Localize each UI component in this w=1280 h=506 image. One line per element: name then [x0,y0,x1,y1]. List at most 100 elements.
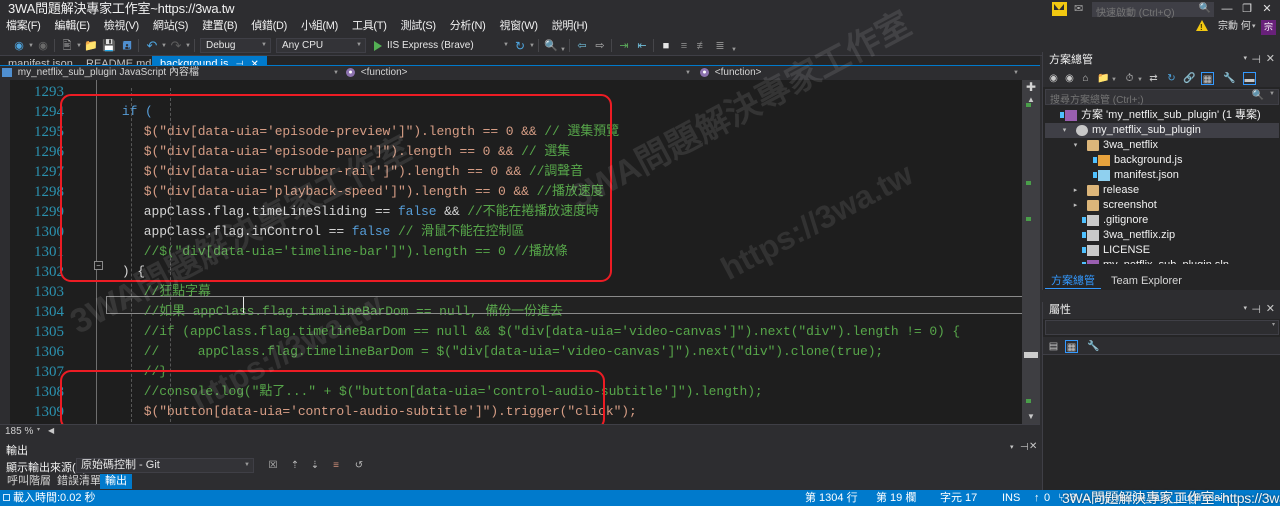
find-overflow-icon[interactable]: ▼ [560,45,566,55]
code-line[interactable]: appClass.flag.timeLineSliding == false &… [100,202,599,222]
menu-item-help[interactable]: 說明(H) [545,18,595,35]
code-line[interactable]: //console.log("點了..." + $("button[data-u… [100,382,763,402]
minimize-button[interactable]: — [1218,1,1236,17]
properties-grid[interactable] [1043,355,1280,490]
uncomment-icon[interactable]: ≢ [695,39,709,53]
redo-icon[interactable]: ↷ [169,39,183,53]
chevron-down-icon[interactable]: ▾ [1252,19,1256,35]
code-line[interactable]: //} [100,362,167,382]
scroll-lock-icon[interactable]: ↺ [352,459,366,472]
home-icon[interactable]: ⌂ [1079,72,1092,85]
nav-backward-icon[interactable]: ⇦ [575,39,589,53]
toggle-icon[interactable]: ≣ [713,39,727,53]
feedback-icon[interactable]: ✉ [1074,3,1086,15]
switch-views-chevron-icon[interactable]: ▼ [1111,75,1117,85]
code-line[interactable]: $("div[data-uia='playback-speed']").leng… [100,182,604,202]
pin-icon[interactable]: ⊣ [1251,303,1261,316]
menu-item-debug[interactable]: 偵錯(D) [244,18,294,35]
open-file-icon[interactable]: 📁 [84,39,98,53]
close-icon[interactable]: ✕ [1266,52,1275,65]
output-source-select[interactable]: 原始碼控制 - Git ▼ [76,458,254,473]
scrollbar-thumb[interactable] [1024,352,1038,358]
code-editor[interactable]: 1293129412951296129712981299130013011302… [0,80,1040,424]
alphabetical-icon[interactable]: ▦ [1065,340,1078,353]
pin-icon[interactable]: ⊣ [1251,53,1261,66]
back-icon[interactable]: ◉ [1047,72,1060,85]
chevron-down-icon[interactable]: ▾ [1243,54,1247,62]
toggle-wordwrap-icon[interactable]: ≡ [329,459,343,472]
redo-chevron-icon[interactable]: ▼ [185,41,191,51]
solution-explorer-tree[interactable]: 方案 'my_netflix_sub_plugin' (1 專案)▾my_net… [1045,108,1279,264]
menu-item-analyze[interactable]: 分析(N) [443,18,493,35]
refresh-chevron-icon[interactable]: ▼ [529,41,535,51]
scroll-down-icon[interactable]: ▼ [1026,412,1036,422]
publish-arrow-icon[interactable]: ↑ [1034,490,1040,506]
menu-item-window[interactable]: 視窗(W) [493,18,545,35]
solution-explorer-search-input[interactable] [1046,94,1250,108]
chevron-down-icon[interactable]: ▾ [1071,138,1080,153]
categorized-icon[interactable]: ▤ [1047,340,1060,353]
comment-icon[interactable]: ≡ [677,39,691,53]
undo-chevron-icon[interactable]: ▼ [161,41,167,51]
solution-explorer-search[interactable]: 🔍 ▼ [1045,89,1279,105]
show-all-files-icon[interactable]: ▦ [1201,72,1214,85]
close-icon[interactable]: ✕ [1266,302,1275,315]
nav-member-left-select[interactable]: ● <function> ▼ [346,66,694,80]
tree-item[interactable]: LICENSE [1045,243,1279,258]
refresh-icon[interactable]: ↻ [1165,72,1178,85]
menu-item-team[interactable]: 小組(M) [294,18,345,35]
tree-item[interactable]: .gitignore [1045,213,1279,228]
code-line[interactable]: $("div[data-uia='episode-preview']").len… [100,122,619,142]
code-line[interactable]: ) { [100,262,145,282]
nav-member-right-select[interactable]: ● <function> ▼ [700,66,1022,80]
new-project-chevron-icon[interactable]: ▼ [76,41,82,51]
tab-error-list[interactable]: 錯誤清單 [52,474,106,489]
solution-platform-select[interactable]: Any CPU ▼ [276,38,366,53]
new-project-icon[interactable]: 🖹 [60,39,74,53]
account-name[interactable]: 宗勳 何 [1218,19,1251,35]
editor-horizontal-scrollbar[interactable] [0,424,1040,440]
clear-all-icon[interactable]: ☒ [266,459,280,472]
collapse-all-icon[interactable]: 🔗 [1183,72,1196,85]
undo-icon[interactable]: ↶ [145,39,159,53]
properties-icon[interactable]: 🔧 [1223,72,1236,85]
save-all-icon[interactable]: 🖪 [120,39,134,53]
nav-forward-icon[interactable]: ⇨ [593,39,607,53]
chevron-down-icon[interactable]: ▾ [1243,304,1247,312]
pending-changes-icon[interactable]: ⏱ [1123,72,1136,85]
code-line[interactable]: if ( [100,102,153,122]
tree-item[interactable]: manifest.json [1045,168,1279,183]
tab-solution-explorer[interactable]: 方案總管 [1045,273,1101,289]
tree-item[interactable]: 3wa_netflix.zip [1045,228,1279,243]
avatar[interactable]: 宗 [1261,20,1276,35]
pin-icon[interactable]: ⊣ [1020,442,1029,453]
code-line[interactable]: $("button[data-uia='control-audio-subtit… [100,402,637,422]
menu-item-test[interactable]: 測試(S) [394,18,443,35]
tab-output[interactable]: 輸出 [100,474,132,489]
back-dropdown-chevron-icon[interactable]: ▼ [28,41,34,51]
forward-icon[interactable]: ◉ [36,39,50,53]
properties-object-select[interactable]: ▾ [1045,320,1279,335]
editor-vertical-scrollbar[interactable] [1022,80,1040,424]
tree-item[interactable]: 方案 'my_netflix_sub_plugin' (1 專案) [1045,108,1279,123]
tree-item[interactable]: ▸screenshot [1045,198,1279,213]
sync-with-active-document-icon[interactable]: ⇄ [1147,72,1160,85]
chevron-right-icon[interactable]: ▸ [1071,198,1080,213]
code-line[interactable]: $("div[data-uia='scrubber-rail']").lengt… [100,162,583,182]
publish-count[interactable]: 0 [1044,490,1050,506]
chevron-down-icon[interactable]: ▼ [503,38,509,53]
quick-launch-input[interactable] [1093,7,1197,20]
menu-item-build[interactable]: 建置(B) [195,18,244,35]
scroll-left-icon[interactable]: ◀ [48,426,54,435]
menu-item-view[interactable]: 檢視(V) [97,18,146,35]
chevron-down-icon[interactable]: ▾ [37,426,40,433]
forward-icon[interactable]: ◉ [1063,72,1076,85]
quick-launch-box[interactable]: 🔍 [1092,2,1214,17]
back-icon[interactable]: ◉ [12,39,26,53]
tab-team-explorer[interactable]: Team Explorer [1105,273,1188,289]
pending-changes-chevron-icon[interactable]: ▼ [1137,75,1143,85]
go-to-next-icon[interactable]: ⇣ [308,459,322,472]
indent-icon[interactable]: ⇥ [617,39,631,53]
toolbar-overflow-icon[interactable]: ▼ [731,45,737,55]
outdent-icon[interactable]: ⇤ [635,39,649,53]
